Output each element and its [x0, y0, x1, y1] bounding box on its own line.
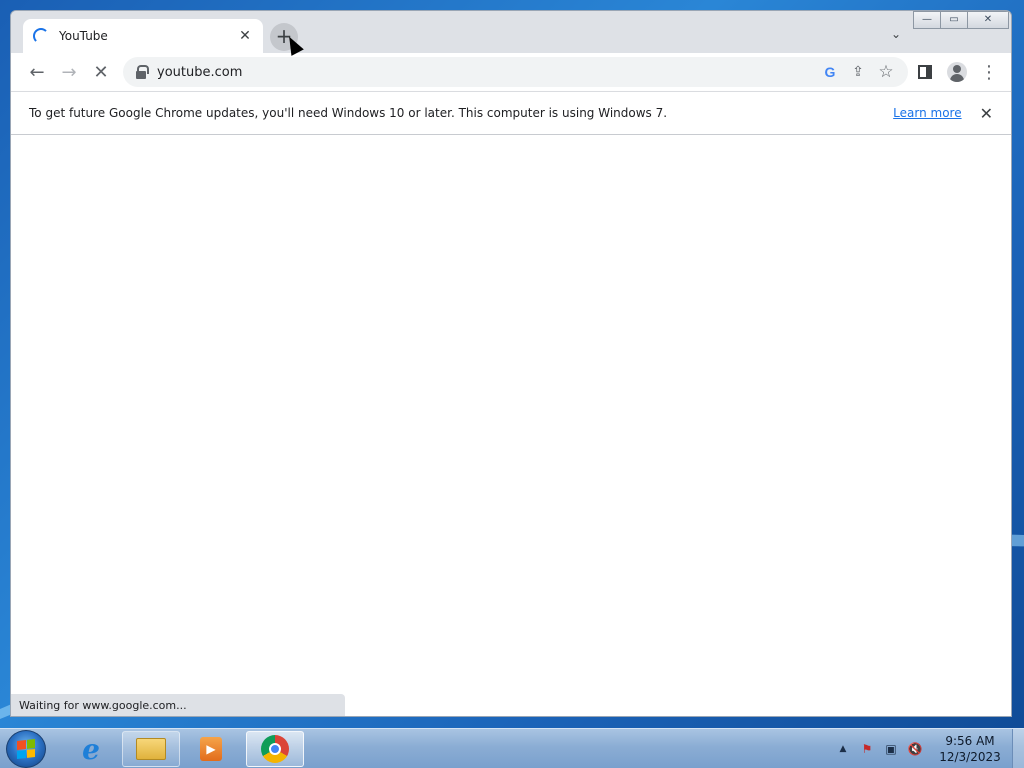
chrome-menu-button[interactable]: ⋮ [973, 56, 1005, 88]
network-icon[interactable]: ▣ [880, 742, 902, 756]
learn-more-link[interactable]: Learn more [893, 106, 961, 120]
folder-icon [136, 738, 166, 760]
tab-youtube[interactable]: YouTube ✕ [23, 19, 263, 53]
share-icon[interactable]: ⇪ [844, 60, 872, 84]
chrome-icon [261, 735, 289, 763]
restore-button[interactable]: ▭ [940, 11, 968, 29]
taskbar-internet-explorer[interactable]: e [62, 731, 120, 767]
browser-toolbar: ← → ✕ youtube.com G ⇪ ☆ ⋮ [11, 53, 1011, 91]
taskbar-media-player[interactable]: ▶ [182, 731, 240, 767]
toolbar-right-tools: ⋮ [909, 56, 1005, 88]
address-bar[interactable]: youtube.com G ⇪ ☆ [123, 57, 908, 87]
side-panel-button[interactable] [909, 56, 941, 88]
infobar-message: To get future Google Chrome updates, you… [29, 106, 668, 120]
avatar-icon [947, 62, 967, 82]
tab-close-icon[interactable]: ✕ [237, 28, 253, 44]
system-tray: ▲ ⚑ ▣ 🔇 9:56 AM 12/3/2023 [830, 729, 1002, 768]
profile-button[interactable] [941, 56, 973, 88]
clock-date: 12/3/2023 [939, 750, 1001, 764]
taskbar-windows-explorer[interactable] [122, 731, 180, 767]
close-window-button[interactable]: ✕ [967, 11, 1009, 29]
stop-loading-button[interactable]: ✕ [85, 56, 117, 88]
page-content[interactable]: Waiting for www.google.com... [11, 135, 1011, 716]
window-controls: — ▭ ✕ [913, 11, 1009, 29]
minimize-button[interactable]: — [913, 11, 941, 29]
tab-title: YouTube [59, 29, 108, 43]
tab-strip: YouTube ✕ + ⌄ — ▭ ✕ [11, 11, 1011, 53]
side-panel-icon [918, 65, 932, 79]
clock[interactable]: 9:56 AM 12/3/2023 [938, 733, 1002, 765]
volume-muted-icon[interactable]: 🔇 [904, 742, 926, 756]
status-bubble: Waiting for www.google.com... [11, 694, 345, 716]
back-button[interactable]: ← [21, 56, 53, 88]
clock-time: 9:56 AM [945, 734, 995, 748]
lock-icon[interactable] [135, 65, 149, 79]
chrome-window: YouTube ✕ + ⌄ — ▭ ✕ ← → ✕ youtube.com G … [10, 10, 1012, 717]
tab-search-icon[interactable]: ⌄ [891, 27, 901, 41]
show-desktop-button[interactable] [1012, 729, 1024, 768]
taskbar: e ▶ ▲ ⚑ ▣ 🔇 9:56 AM 12/3/2023 [0, 728, 1024, 768]
action-center-flag-icon[interactable]: ⚑ [856, 742, 878, 756]
google-lens-icon[interactable]: G [816, 60, 844, 84]
taskbar-chrome[interactable] [246, 731, 304, 767]
internet-explorer-icon: e [82, 732, 100, 766]
url-text[interactable]: youtube.com [157, 65, 816, 80]
infobar-close-icon[interactable]: ✕ [980, 104, 993, 123]
bookmark-star-icon[interactable]: ☆ [872, 60, 900, 84]
media-player-icon: ▶ [200, 737, 222, 761]
loading-spinner-icon [33, 28, 49, 44]
windows-logo-icon [17, 739, 35, 759]
show-hidden-icons-button[interactable]: ▲ [832, 744, 854, 754]
forward-button[interactable]: → [53, 56, 85, 88]
update-infobar: To get future Google Chrome updates, you… [11, 91, 1011, 135]
start-button[interactable] [6, 730, 46, 768]
